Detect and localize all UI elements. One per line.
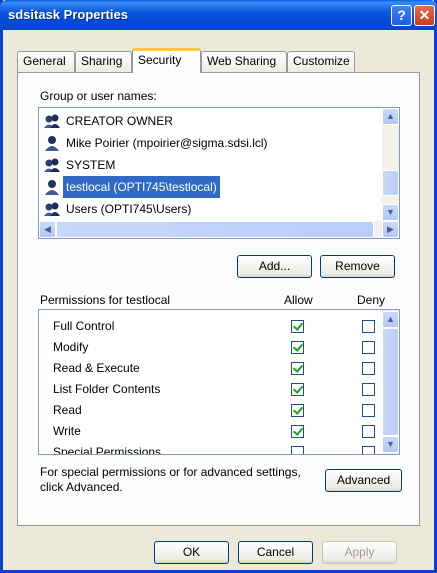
properties-dialog: sdsitask Properties ? ✕ General Sharing … [0,0,437,573]
chevron-up-icon: ▲ [386,314,395,324]
apply-button: Apply [322,541,397,564]
group-label: Group or user names: [40,89,157,103]
user-name: Users (OPTI745\Users) [66,202,192,216]
deny-checkbox[interactable] [362,341,375,354]
perm-scroll-up-button[interactable]: ▲ [382,311,399,328]
permission-name: Read [53,403,82,417]
advanced-note: For special permissions or for advanced … [40,465,301,494]
deny-checkbox[interactable] [362,383,375,396]
window-title: sdsitask Properties [8,7,128,22]
perm-scroll-down-button[interactable]: ▼ [382,436,399,453]
security-panel: Group or user names: CREATOR OWNER Mike P… [17,72,420,526]
permission-name: Modify [53,340,89,354]
scroll-left-button[interactable]: ◀ [39,221,56,238]
tab-security[interactable]: Security [132,48,201,73]
scroll-down-button[interactable]: ▼ [382,204,399,221]
deny-checkbox[interactable] [362,320,375,333]
tab-general[interactable]: General [17,51,75,72]
perm-scroll-thumb[interactable] [382,328,399,436]
chevron-right-icon: ▶ [387,224,394,234]
chevron-left-icon: ◀ [44,224,51,234]
deny-checkbox[interactable] [362,362,375,375]
close-icon: ✕ [418,7,431,23]
scroll-thumb[interactable] [382,170,399,196]
permission-name: Read & Execute [53,361,140,375]
permissions-list[interactable]: Full Control Modify Read & Execute List Fol… [38,309,400,455]
permissions-header: Permissions for testlocal [40,293,171,307]
advanced-button[interactable]: Advanced [325,469,402,492]
permission-name: List Folder Contents [53,382,161,396]
user-name: testlocal (OPTI745\testlocal) [63,176,220,198]
user-icon [43,179,61,195]
user-icon [43,135,61,151]
scroll-up-button[interactable]: ▲ [382,108,399,125]
chevron-down-icon: ▼ [386,207,395,217]
deny-checkbox[interactable] [362,425,375,438]
scroll-right-button[interactable]: ▶ [382,221,399,238]
chevron-up-icon: ▲ [386,111,395,121]
permission-name: Write [53,424,81,438]
close-button[interactable]: ✕ [414,5,435,26]
permission-name: Special Permissions [53,445,162,455]
help-button[interactable]: ? [391,5,412,26]
tab-web-sharing[interactable]: Web Sharing [201,51,287,72]
allow-checkbox[interactable] [291,362,304,375]
cancel-button[interactable]: Cancel [238,541,313,564]
deny-column-label: Deny [357,293,386,307]
help-icon: ? [397,7,406,23]
user-name: SYSTEM [66,158,116,172]
user-name: Mike Poirier (mpoirier@sigma.sdsi.lcl) [66,136,268,150]
allow-checkbox[interactable] [291,320,304,333]
deny-checkbox[interactable] [362,404,375,417]
remove-button[interactable]: Remove [320,255,395,278]
allow-column-label: Allow [284,293,313,307]
allow-checkbox[interactable] [291,425,304,438]
tab-customize[interactable]: Customize [287,51,355,72]
group-icon [43,113,61,129]
permissions-vscroll[interactable]: ▲ ▼ [382,310,399,454]
user-list-vscroll[interactable]: ▲ ▼ [382,108,399,221]
group-icon [43,157,61,173]
add-button[interactable]: Add... [237,255,312,278]
group-icon [43,201,61,217]
allow-checkbox[interactable] [291,404,304,417]
ok-button[interactable]: OK [154,541,229,564]
user-list-hscroll[interactable]: ◀ ▶ [39,221,399,238]
tab-sharing[interactable]: Sharing [75,51,132,72]
user-list[interactable]: CREATOR OWNER Mike Poirier (mpoirier@sigm… [38,107,400,239]
allow-checkbox[interactable] [291,383,304,396]
allow-checkbox[interactable] [291,341,304,354]
allow-checkbox[interactable] [291,446,304,454]
permission-name: Full Control [53,319,115,333]
hscroll-thumb[interactable] [56,221,374,238]
title-bar[interactable]: sdsitask Properties ? ✕ [0,0,437,30]
chevron-down-icon: ▼ [386,439,395,449]
user-name: CREATOR OWNER [66,114,173,128]
deny-checkbox[interactable] [362,446,375,454]
